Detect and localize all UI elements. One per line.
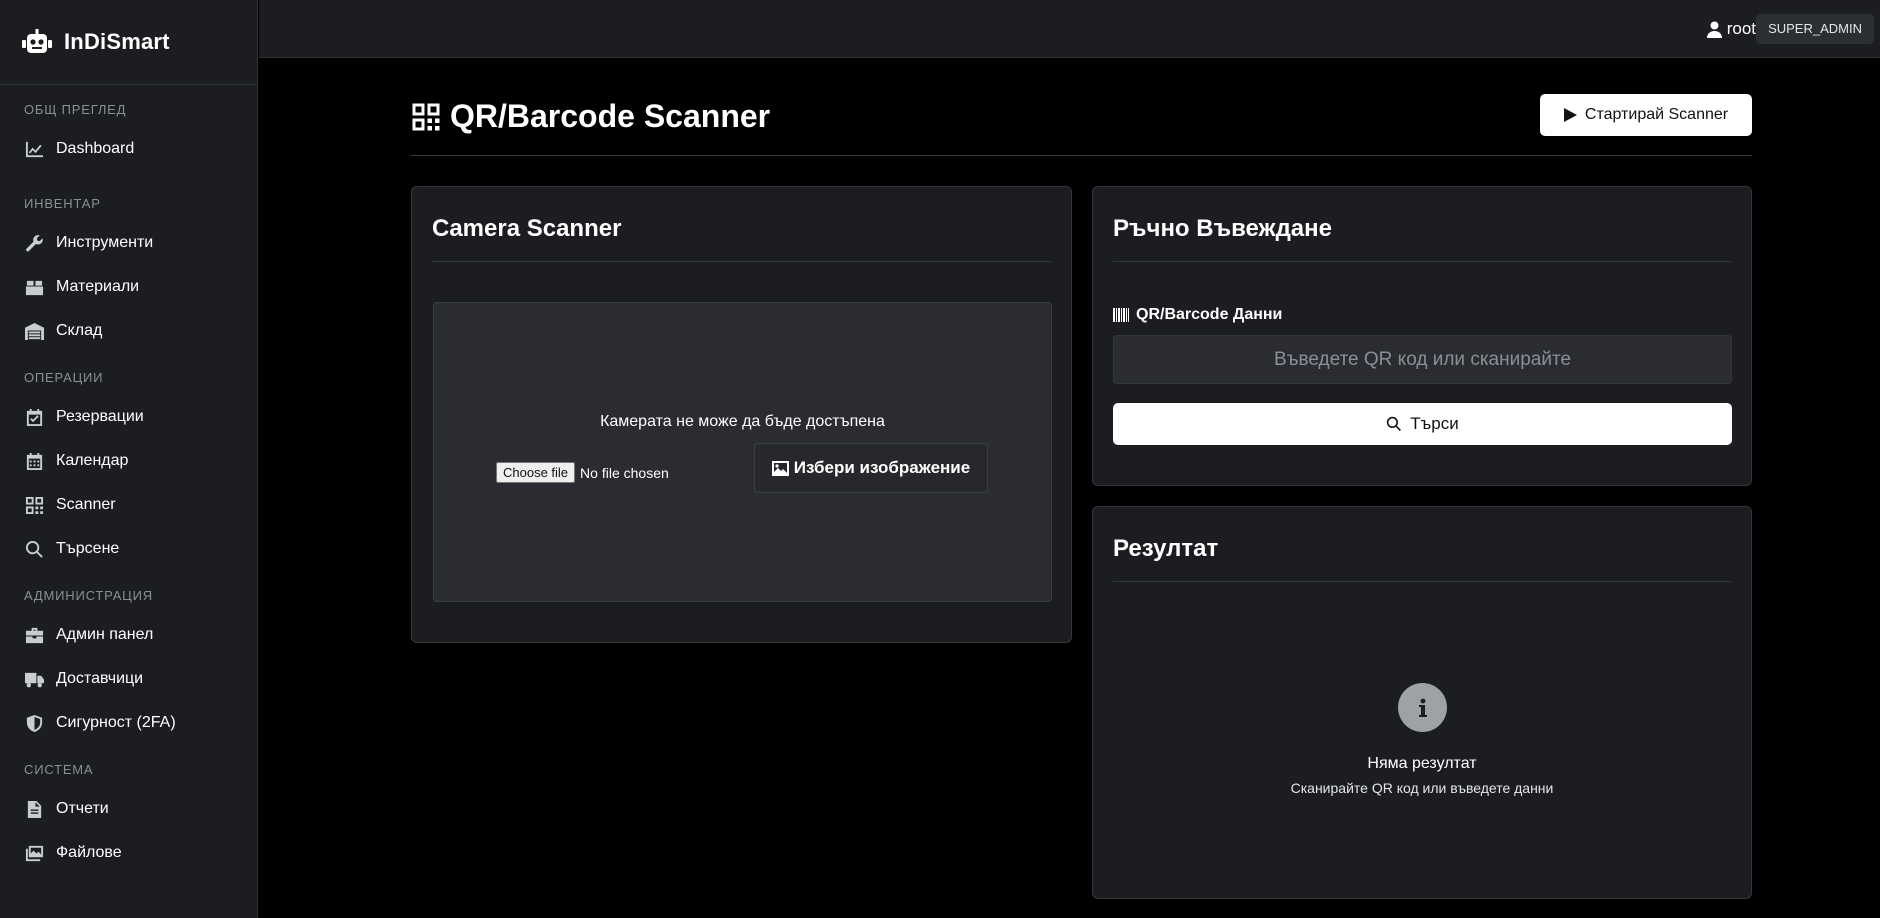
sidebar-item-label: Инструменти [56,234,154,251]
image-icon [771,460,789,476]
brand[interactable]: InDiSmart [0,0,257,85]
sidebar-item-label: Резервации [56,408,144,425]
search-button-label: Търси [1410,414,1459,433]
file-input[interactable]: Choose file No file chosen [496,462,669,483]
nav-section-operations: ОПЕРАЦИИ [24,370,104,385]
choose-image-button[interactable]: Избери изображение [754,443,988,493]
truck-icon [24,669,44,689]
sidebar-item-label: Сигурност (2FA) [56,714,176,731]
wrench-icon [24,233,44,253]
sidebar-item-admin-panel[interactable]: Админ панел [0,613,257,657]
shield-icon [24,713,44,733]
search-button[interactable]: Търси [1113,403,1732,445]
sidebar-item-scanner[interactable]: Scanner [0,483,257,527]
sidebar-item-materials[interactable]: Материали [0,265,257,309]
sidebar-item-label: Търсене [56,540,120,557]
start-scanner-button[interactable]: Стартирай Scanner [1540,94,1752,136]
sidebar-item-label: Админ панел [56,626,154,643]
file-status: No file chosen [580,464,669,481]
sidebar-item-label: Scanner [56,496,116,513]
toolbox-icon [24,625,44,645]
file-icon [24,799,44,819]
sidebar-item-label: Отчети [56,800,109,817]
sidebar-item-reservations[interactable]: Резервации [0,395,257,439]
qr-data-input[interactable] [1113,335,1732,384]
header-divider [411,155,1752,156]
sidebar-item-tools[interactable]: Инструменти [0,221,257,265]
warehouse-icon [24,321,44,341]
role-badge: SUPER_ADMIN [1756,14,1874,44]
user-icon [1706,21,1722,38]
sidebar-item-reports[interactable]: Отчети [0,787,257,831]
qr-field-label: QR/Barcode Данни [1113,306,1282,324]
qrcode-icon [24,495,44,515]
nav-section-administration: АДМИНИСТРАЦИЯ [24,588,153,603]
empty-result-title: Няма резултат [1367,755,1477,772]
sidebar-item-label: Доставчици [56,670,144,687]
calendar-check-icon [24,407,44,427]
sidebar-item-suppliers[interactable]: Доставчици [0,657,257,701]
sidebar: InDiSmart ОБЩ ПРЕГЛЕД Dashboard ИНВЕНТАР… [0,0,258,918]
sidebar-item-label: Материали [56,278,140,295]
sidebar-item-warehouse[interactable]: Склад [0,309,257,353]
choose-image-label: Избери изображение [793,458,971,477]
start-scanner-label: Стартирай Scanner [1584,106,1729,123]
username: root [1726,19,1756,38]
sidebar-item-files[interactable]: Файлове [0,831,257,875]
nav-section-inventory: ИНВЕНТАР [24,196,101,211]
nav-section-overview: ОБЩ ПРЕГЛЕД [24,102,127,117]
page-title: QR/Barcode Scanner [411,98,770,135]
choose-file-button[interactable]: Choose file [496,462,576,483]
box-icon [24,277,44,297]
sidebar-item-label: Файлове [56,844,122,861]
card-divider [1113,581,1731,582]
result-card-title: Резултат [1113,535,1219,562]
card-divider [432,261,1051,262]
page-title-text: QR/Barcode Scanner [450,98,771,134]
info-icon [1398,683,1447,732]
sidebar-item-label: Календар [56,452,129,469]
barcode-icon [1113,308,1129,322]
qr-field-label-text: QR/Barcode Данни [1136,306,1283,323]
sidebar-item-search[interactable]: Търсене [0,527,257,571]
empty-result-subtitle: Сканирайте QR код или въведете данни [1290,780,1554,796]
sidebar-item-dashboard[interactable]: Dashboard [0,127,257,171]
search-icon [1387,416,1402,431]
topbar: root SUPER_ADMIN [259,0,1880,58]
manual-card-title: Ръчно Въвеждане [1113,215,1332,242]
robot-icon [22,29,52,53]
sidebar-item-label: Склад [56,322,103,339]
result-card: Резултат Няма резултат Сканирайте QR код… [1092,506,1752,899]
camera-card-title: Camera Scanner [432,215,622,242]
chart-line-icon [24,139,44,159]
qrcode-icon [412,103,440,130]
play-icon [1563,108,1577,122]
brand-name: InDiSmart [64,29,170,54]
calendar-icon [24,451,44,471]
sidebar-item-calendar[interactable]: Календар [0,439,257,483]
camera-error-message: Камерата не може да бъде достъпена [600,413,885,430]
card-divider [1113,261,1731,262]
images-icon [24,843,44,863]
user-menu[interactable]: root [1706,19,1756,39]
sidebar-item-label: Dashboard [56,140,135,157]
sidebar-item-security[interactable]: Сигурност (2FA) [0,701,257,745]
search-icon [24,539,44,559]
camera-viewport: Камерата не може да бъде достъпена Choos… [433,302,1052,602]
manual-entry-card: Ръчно Въвеждане QR/Barcode Данни Търси [1092,186,1752,486]
nav-section-system: СИСТЕМА [24,762,94,777]
camera-scanner-card: Camera Scanner Камерата не може да бъде … [411,186,1072,643]
